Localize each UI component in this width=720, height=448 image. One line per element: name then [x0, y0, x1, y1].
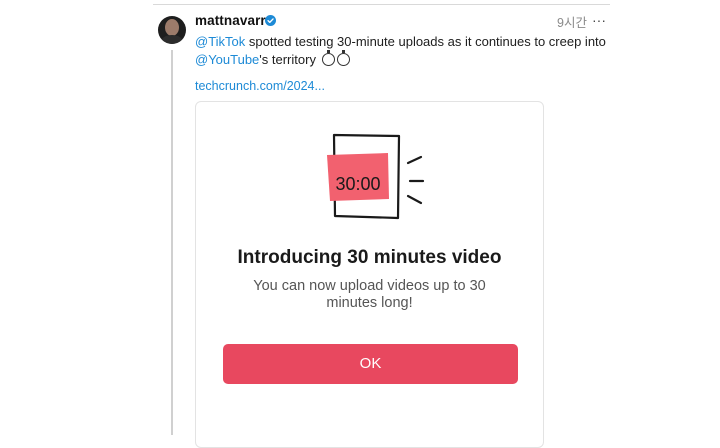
mention-tiktok[interactable]: @TikTok — [195, 34, 245, 49]
avatar-face — [165, 19, 179, 36]
verified-badge-icon — [265, 15, 276, 26]
mention-youtube[interactable]: @YouTube — [195, 52, 259, 67]
media-card[interactable]: 30:00 Introducing 30 minutes video You c… — [195, 101, 544, 448]
article-link[interactable]: techcrunch.com/2024... — [195, 79, 325, 93]
post-text-part2: 's territory — [259, 51, 316, 67]
card-title: Introducing 30 minutes video — [237, 247, 502, 268]
post-text: @TikTok spotted testing 30-minute upload… — [195, 33, 615, 68]
timer-text: 30:00 — [335, 174, 380, 194]
post-text-part1: spotted testing 30-minute uploads as it … — [245, 34, 606, 49]
username[interactable]: mattnavarra — [195, 13, 273, 28]
top-divider — [153, 4, 610, 5]
more-options-icon[interactable]: ··· — [592, 12, 606, 28]
stopwatch-icon — [321, 49, 335, 66]
timer-illustration: 30:00 — [327, 133, 425, 220]
stopwatch-icon — [336, 49, 350, 66]
post-time: 9시간 — [557, 16, 587, 30]
avatar[interactable] — [158, 16, 186, 44]
thread-line — [171, 50, 173, 435]
ok-button[interactable]: OK — [223, 344, 518, 384]
avatar-shirt — [161, 35, 183, 44]
card-description: You can now upload videos up to 30 minut… — [253, 278, 486, 311]
